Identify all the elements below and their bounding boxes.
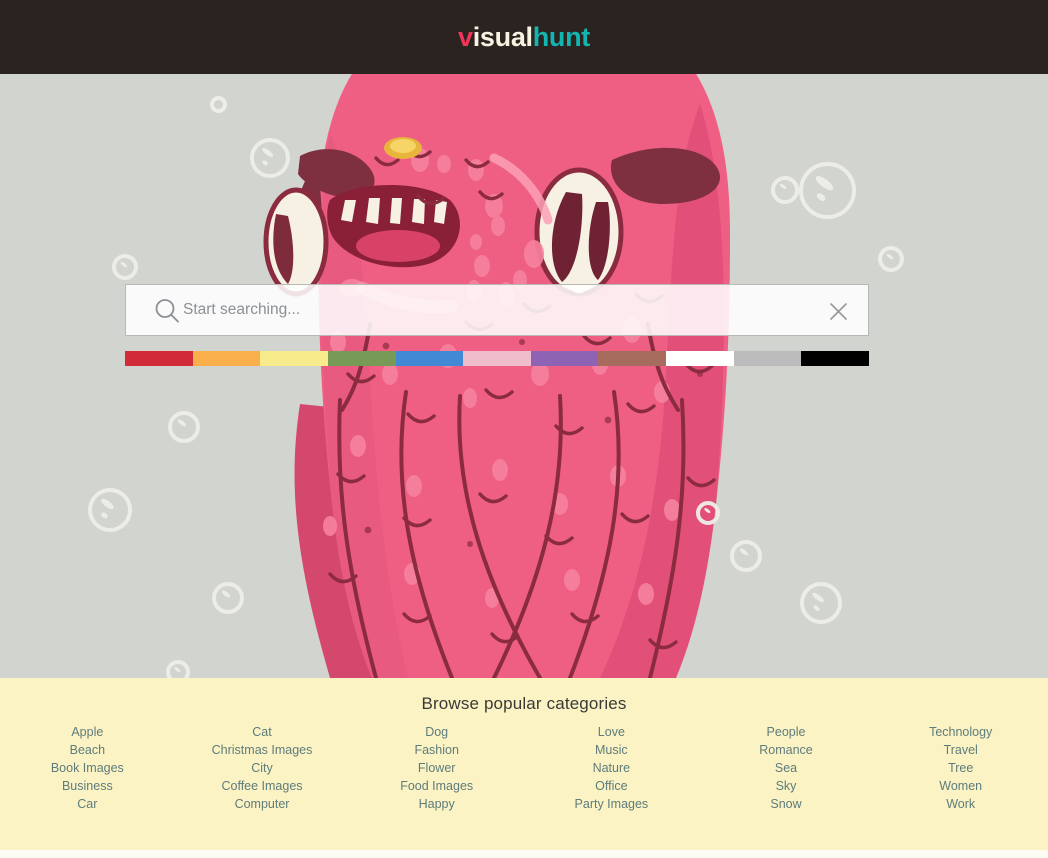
category-link-office[interactable]: Office <box>524 777 699 795</box>
category-link-christmas-images[interactable]: Christmas Images <box>175 741 350 759</box>
color-swatch-white[interactable] <box>666 351 734 366</box>
search-area <box>125 284 869 336</box>
categories-columns: Apple Beach Book Images Business Car Cat… <box>0 714 1048 813</box>
category-link-party-images[interactable]: Party Images <box>524 795 699 813</box>
category-link-happy[interactable]: Happy <box>349 795 524 813</box>
category-link-city[interactable]: City <box>175 759 350 777</box>
color-swatch-red[interactable] <box>125 351 193 366</box>
category-link-beach[interactable]: Beach <box>0 741 175 759</box>
bubble-decoration <box>771 176 799 204</box>
category-link-tree[interactable]: Tree <box>873 759 1048 777</box>
color-swatch-green[interactable] <box>327 351 396 366</box>
category-link-snow[interactable]: Snow <box>699 795 874 813</box>
category-link-apple[interactable]: Apple <box>0 723 175 741</box>
category-link-people[interactable]: People <box>699 723 874 741</box>
logo-part-isual: isual <box>472 21 533 52</box>
category-link-coffee-images[interactable]: Coffee Images <box>175 777 350 795</box>
bubble-decoration <box>168 411 200 443</box>
category-link-computer[interactable]: Computer <box>175 795 350 813</box>
color-swatch-brown[interactable] <box>598 351 667 366</box>
category-link-business[interactable]: Business <box>0 777 175 795</box>
category-link-sea[interactable]: Sea <box>699 759 874 777</box>
hero-section: We hunt free high quality stock photos. <box>0 74 1048 678</box>
color-swatch-yellow[interactable] <box>260 351 328 366</box>
search-input[interactable] <box>126 285 868 335</box>
site-logo[interactable]: visualhunt <box>457 21 591 52</box>
category-link-fashion[interactable]: Fashion <box>349 741 524 759</box>
category-link-nature[interactable]: Nature <box>524 759 699 777</box>
bubble-decoration <box>250 138 290 178</box>
color-swatch-orange[interactable] <box>192 351 261 366</box>
color-swatch-pink[interactable] <box>463 351 531 366</box>
category-link-food-images[interactable]: Food Images <box>349 777 524 795</box>
bubble-decoration <box>878 246 904 272</box>
category-link-love[interactable]: Love <box>524 723 699 741</box>
color-swatch-purple[interactable] <box>530 351 599 366</box>
category-column: Love Music Nature Office Party Images <box>524 723 699 813</box>
category-column: People Romance Sea Sky Snow <box>699 723 874 813</box>
logo-part-hunt: hunt <box>532 21 591 52</box>
search-icon <box>155 299 179 323</box>
color-swatch-black[interactable] <box>801 351 870 366</box>
category-link-cat[interactable]: Cat <box>175 723 350 741</box>
logo-part-v: v <box>457 21 473 52</box>
category-link-travel[interactable]: Travel <box>873 741 1048 759</box>
category-link-dog[interactable]: Dog <box>349 723 524 741</box>
bubble-decoration <box>210 96 227 113</box>
color-swatch-blue[interactable] <box>395 351 464 366</box>
color-filter-swatches <box>125 351 870 366</box>
categories-title: Browse popular categories <box>421 694 627 713</box>
page-bottom-strip <box>0 850 1048 858</box>
popular-categories-section: Browse popular categories Apple Beach Bo… <box>0 678 1048 850</box>
bubble-decoration <box>800 582 842 624</box>
category-column: Apple Beach Book Images Business Car <box>0 723 175 813</box>
category-column: Dog Fashion Flower Food Images Happy <box>349 723 524 813</box>
search-box[interactable] <box>125 284 869 336</box>
category-link-flower[interactable]: Flower <box>349 759 524 777</box>
bubble-decoration <box>88 488 132 532</box>
color-swatch-gray[interactable] <box>733 351 802 366</box>
category-link-sky[interactable]: Sky <box>699 777 874 795</box>
category-column: Cat Christmas Images City Coffee Images … <box>175 723 350 813</box>
bubble-decoration <box>212 582 244 614</box>
category-link-women[interactable]: Women <box>873 777 1048 795</box>
bubble-decoration <box>696 501 720 525</box>
bubble-decoration <box>799 162 856 219</box>
category-link-technology[interactable]: Technology <box>873 723 1048 741</box>
site-header: visualhunt <box>0 0 1048 74</box>
monster-illustration <box>0 74 1048 678</box>
close-x-icon[interactable] <box>829 302 848 321</box>
bubble-decoration <box>112 254 138 280</box>
category-link-romance[interactable]: Romance <box>699 741 874 759</box>
bubble-decoration <box>166 660 190 678</box>
category-link-music[interactable]: Music <box>524 741 699 759</box>
bubble-decoration <box>730 540 762 572</box>
category-link-work[interactable]: Work <box>873 795 1048 813</box>
category-link-book-images[interactable]: Book Images <box>0 759 175 777</box>
category-link-car[interactable]: Car <box>0 795 175 813</box>
category-column: Technology Travel Tree Women Work <box>873 723 1048 813</box>
